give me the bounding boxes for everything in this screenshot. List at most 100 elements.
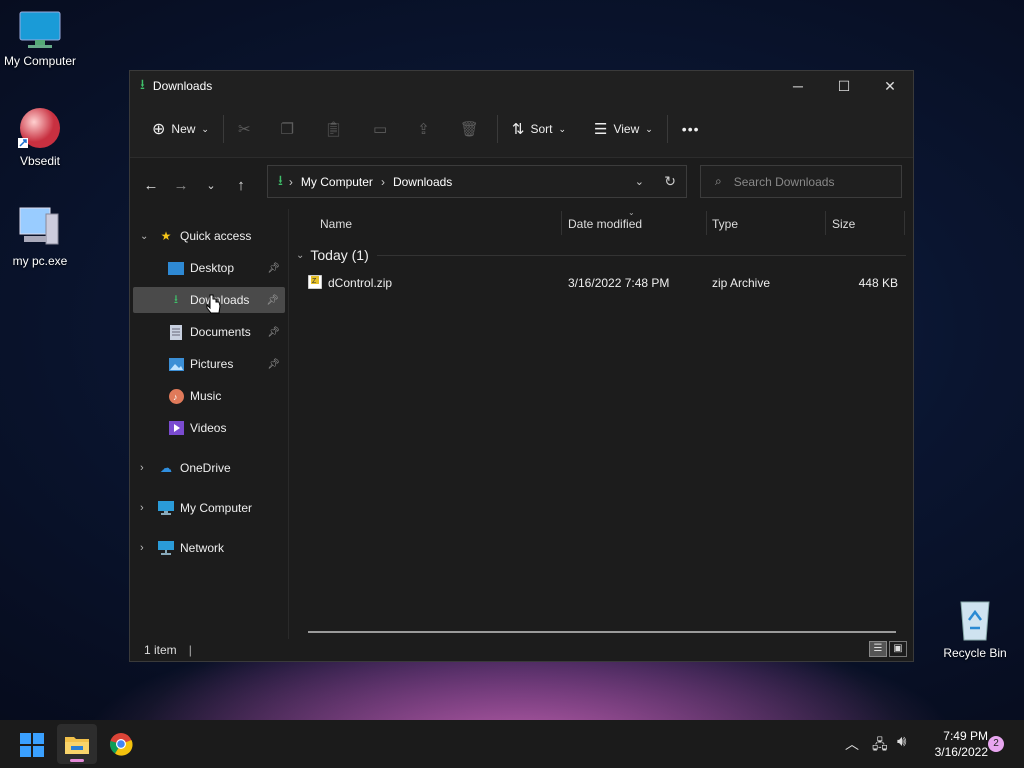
start-button[interactable] (20, 733, 44, 757)
zip-file-icon: Z (307, 274, 323, 292)
sidebar-item-quick-access[interactable]: ⌄ ★ Quick access (140, 223, 251, 249)
navigation-pane: ⌄ ★ Quick access Desktop 📌︎ ⭳ Downloads … (130, 209, 289, 639)
new-button[interactable]: ⊕ New ⌄ (144, 113, 217, 145)
sidebar-item-desktop[interactable]: Desktop 📌︎ (168, 255, 286, 281)
show-hidden-icons-chevron-icon[interactable]: ︿ (845, 734, 859, 754)
clock-date: 3/16/2022 (934, 745, 988, 759)
refresh-icon[interactable]: ↻ (664, 173, 676, 190)
paste-button[interactable]: 📋︎ (316, 114, 351, 144)
copy-button[interactable]: ❐ (273, 114, 302, 144)
recent-locations-button[interactable]: ⌄ (196, 179, 226, 192)
breadcrumb-my-computer[interactable]: My Computer (301, 175, 373, 189)
title-bar[interactable]: ⭳ Downloads ─ ☐ ✕ (130, 71, 913, 101)
monitor-icon (18, 10, 62, 50)
trash-icon: 🗑︎ (459, 121, 479, 138)
group-header-today[interactable]: ⌄ Today (1) (296, 245, 906, 265)
column-header-size[interactable]: Size (832, 217, 855, 231)
tiles-view-button[interactable]: ▣ (889, 641, 907, 657)
back-button[interactable]: ← (136, 177, 166, 194)
view-button[interactable]: ☰ View ⌄ (586, 114, 661, 144)
desktop-icon-my-pc-exe[interactable]: my pc.exe (0, 204, 80, 268)
chevron-right-icon: › (140, 502, 144, 514)
taskbar-chrome-button[interactable] (109, 732, 133, 756)
desktop-folder-icon (168, 260, 184, 276)
share-button[interactable]: ⇪ (409, 114, 438, 144)
desktop-icon-label: Recycle Bin (943, 646, 1007, 660)
sidebar-item-my-computer[interactable]: › My Computer (140, 495, 252, 521)
file-date: 3/16/2022 7:48 PM (568, 276, 670, 290)
up-button[interactable]: ↑ (226, 177, 256, 194)
monitor-icon (158, 500, 174, 516)
rename-icon: ▭ (373, 121, 388, 138)
list-view-icon: ☰ (594, 121, 608, 138)
notification-badge[interactable]: 2 (988, 736, 1004, 752)
table-row[interactable]: Z dControl.zip 3/16/2022 7:48 PM zip Arc… (306, 273, 906, 295)
horizontal-scrollbar[interactable] (308, 631, 896, 633)
pin-icon: 📌︎ (267, 358, 280, 370)
sidebar-item-documents[interactable]: Documents 📌︎ (168, 319, 286, 345)
pin-icon: 📌︎ (266, 294, 279, 306)
sidebar-item-videos[interactable]: Videos (168, 415, 226, 441)
recycle-bin-icon (955, 598, 995, 642)
windows-logo-icon (20, 733, 44, 757)
sidebar-item-label: Videos (190, 421, 227, 435)
address-history-dropdown[interactable]: ⌄ (635, 175, 644, 188)
column-header-name[interactable]: Name (320, 217, 352, 231)
sidebar-item-label: Music (190, 389, 222, 403)
desktop-icon-vbsedit[interactable]: Vbsedit (0, 106, 80, 168)
clock-time: 7:49 PM (943, 729, 988, 743)
clock[interactable]: 7:49 PM 3/16/2022 (922, 728, 988, 760)
document-icon (168, 324, 184, 340)
status-bar: 1 item | ☰ ▣ (130, 639, 913, 661)
file-size: 448 KB (858, 276, 898, 290)
pc-exe-icon (16, 204, 64, 250)
sidebar-item-label: OneDrive (180, 461, 231, 475)
minimize-button[interactable]: ─ (775, 71, 821, 101)
column-header-type[interactable]: Type (712, 217, 738, 231)
breadcrumb-separator-icon: › (380, 174, 385, 189)
cut-button[interactable]: ✂ (230, 114, 259, 144)
chevron-down-icon: ⌄ (140, 230, 149, 242)
file-list: Name Date modified ⌄ Type Size ⌄ Today (… (290, 208, 913, 639)
breadcrumb-downloads[interactable]: Downloads (393, 175, 452, 189)
videos-icon (168, 420, 184, 436)
vbsedit-icon (18, 106, 62, 150)
details-view-button[interactable]: ☰ (869, 641, 887, 657)
sidebar-item-music[interactable]: ♪ Music (168, 383, 221, 409)
desktop-icon-recycle-bin[interactable]: Recycle Bin (935, 598, 1015, 660)
close-button[interactable]: ✕ (867, 71, 913, 101)
sort-icon: ⇅ (511, 121, 525, 138)
search-box[interactable]: ⌕ Search Downloads (700, 165, 902, 198)
address-bar[interactable]: ⭳ › My Computer › Downloads ⌄ ↻ (267, 165, 687, 198)
delete-button[interactable]: 🗑︎ (452, 114, 487, 144)
network-icon (158, 540, 174, 556)
search-input[interactable]: Search Downloads (734, 175, 835, 189)
maximize-button[interactable]: ☐ (821, 71, 867, 101)
more-options-button[interactable]: ••• (674, 115, 708, 143)
forward-button[interactable]: → (166, 177, 196, 194)
sort-button[interactable]: ⇅ Sort ⌄ (504, 114, 574, 144)
sidebar-item-label: Desktop (190, 261, 235, 275)
rename-button[interactable]: ▭ (365, 114, 395, 144)
copy-icon: ❐ (280, 121, 294, 138)
sidebar-item-onedrive[interactable]: › ☁ OneDrive (140, 455, 231, 481)
svg-text:Z: Z (312, 278, 317, 285)
music-icon: ♪ (168, 388, 184, 404)
sidebar-item-network[interactable]: › Network (140, 535, 224, 561)
search-icon: ⌕ (715, 174, 722, 188)
pictures-icon (168, 356, 184, 372)
desktop-icon-my-computer[interactable]: My Computer (0, 10, 80, 68)
mouse-cursor-icon (206, 294, 222, 319)
sidebar-item-pictures[interactable]: Pictures 📌︎ (168, 351, 286, 377)
chevron-right-icon: › (140, 542, 144, 554)
sidebar-item-label: Network (180, 541, 225, 555)
network-status-icon[interactable]: 🖧︎ (872, 734, 888, 758)
pin-icon: 📌︎ (267, 262, 280, 274)
file-explorer-window: ⭳ Downloads ─ ☐ ✕ ⊕ New ⌄ ✂ ❐ 📋︎ ▭ ⇪ 🗑︎ … (129, 70, 914, 662)
taskbar-file-explorer-button[interactable] (57, 724, 97, 764)
window-title: Downloads (152, 79, 213, 93)
chevron-down-icon: ⌄ (201, 123, 209, 134)
cloud-icon: ☁ (160, 461, 172, 475)
column-header-date-modified[interactable]: Date modified (568, 217, 642, 231)
volume-icon[interactable]: 🔊︎ (897, 733, 906, 750)
